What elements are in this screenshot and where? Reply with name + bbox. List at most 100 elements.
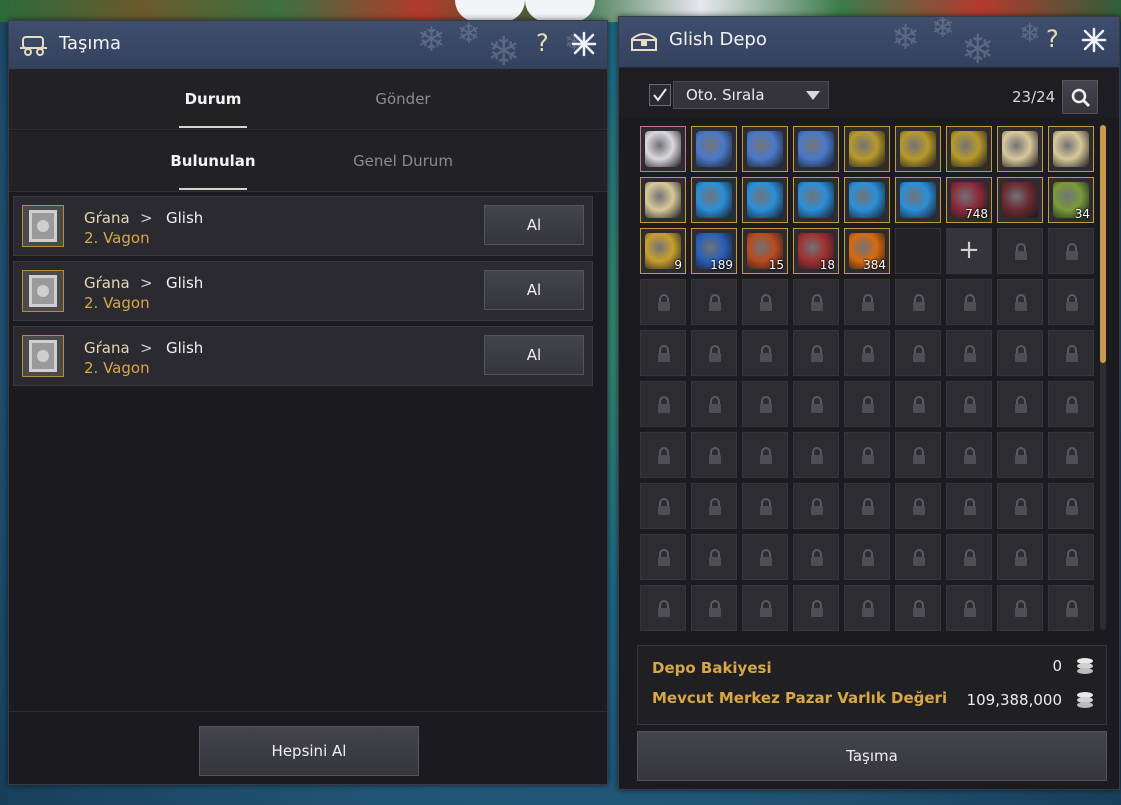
auto-sort-dropdown[interactable]: Oto. Sırala — [673, 81, 829, 109]
help-icon[interactable]: ? — [1046, 25, 1059, 53]
lock-icon — [658, 498, 670, 515]
destination-town: Glish — [166, 274, 204, 292]
inventory-slot[interactable] — [997, 126, 1043, 172]
empty-slot[interactable] — [895, 228, 941, 274]
inventory-slot[interactable]: 384 — [844, 228, 890, 274]
inventory-slot[interactable] — [895, 126, 941, 172]
tasima-panel: ❄ ❄ ❄ ❄ Taşıma ? Durum Gönder Bulunulan … — [8, 20, 608, 785]
locked-slot — [793, 483, 839, 529]
inventory-slot[interactable] — [844, 126, 890, 172]
locked-slot — [691, 483, 737, 529]
close-icon[interactable] — [1081, 27, 1107, 53]
lock-icon — [913, 549, 925, 566]
inventory-slot[interactable] — [844, 177, 890, 223]
locked-slot — [946, 432, 992, 478]
locked-slot — [742, 585, 788, 631]
take-button[interactable]: Al — [484, 335, 584, 375]
item-quantity: 189 — [710, 258, 733, 272]
locked-slot — [640, 483, 686, 529]
blue-scroll-icon — [747, 131, 783, 167]
take-button[interactable]: Al — [484, 270, 584, 310]
inventory-slot[interactable] — [691, 177, 737, 223]
locked-slot — [793, 432, 839, 478]
add-slot-button[interactable]: + — [946, 228, 992, 274]
snowman-decoration — [455, 0, 525, 22]
item-quantity: 9 — [674, 258, 682, 272]
locked-slot — [946, 483, 992, 529]
locked-slot — [997, 585, 1043, 631]
map-icon — [1053, 131, 1089, 167]
locked-slot — [997, 432, 1043, 478]
help-icon[interactable]: ? — [536, 29, 549, 57]
inventory-slot[interactable]: 189 — [691, 228, 737, 274]
inventory-slot[interactable] — [946, 126, 992, 172]
auto-sort-checkbox[interactable] — [649, 84, 671, 106]
lock-icon — [964, 600, 976, 617]
map-icon — [1002, 131, 1038, 167]
locked-slot — [742, 534, 788, 580]
inventory-slot[interactable] — [895, 177, 941, 223]
inventory-slot[interactable] — [1048, 126, 1094, 172]
inventory-slot[interactable] — [742, 177, 788, 223]
inventory-slot[interactable]: 748 — [946, 177, 992, 223]
lock-icon — [1066, 243, 1078, 260]
wagon-icon — [20, 36, 47, 56]
locked-slot — [742, 381, 788, 427]
plus-icon: + — [958, 235, 980, 265]
locked-slot — [742, 483, 788, 529]
depo-header[interactable]: ❄ ❄ ❄ ❄ Glish Depo ? — [619, 17, 1119, 68]
v-ring-icon — [1002, 182, 1038, 218]
tab-genel-durum[interactable]: Genel Durum — [343, 131, 463, 191]
tab-durum[interactable]: Durum — [153, 69, 273, 129]
lock-icon — [964, 549, 976, 566]
inventory-slot[interactable] — [793, 126, 839, 172]
lock-icon — [709, 498, 721, 515]
locked-slot — [640, 534, 686, 580]
destination-town: Glish — [166, 339, 204, 357]
inventory-slot[interactable]: 9 — [640, 228, 686, 274]
close-icon[interactable] — [571, 31, 597, 57]
inventory-slot[interactable] — [997, 177, 1043, 223]
take-all-button[interactable]: Hepsini Al — [199, 726, 419, 776]
lock-icon — [862, 600, 874, 617]
tab-gonder[interactable]: Gönder — [343, 69, 463, 129]
main-tabs: Durum Gönder — [9, 69, 607, 130]
inventory-slot[interactable]: 18 — [793, 228, 839, 274]
lock-icon — [1066, 396, 1078, 413]
inventory-slot[interactable] — [691, 126, 737, 172]
lock-icon — [811, 447, 823, 464]
lock-icon — [1015, 600, 1027, 617]
lock-icon — [862, 498, 874, 515]
sub-tabs: Bulunulan Köy Genel Durum — [9, 131, 607, 230]
inventory-slot[interactable] — [793, 177, 839, 223]
map-icon — [645, 182, 681, 218]
lock-icon — [862, 345, 874, 362]
inventory-slot[interactable] — [640, 126, 686, 172]
lock-icon — [964, 498, 976, 515]
blue-crystal-icon — [849, 182, 885, 218]
transport-button[interactable]: Taşıma — [637, 731, 1107, 781]
search-button[interactable] — [1062, 80, 1098, 114]
inventory-slot[interactable] — [640, 177, 686, 223]
tab-bulunulan-koy[interactable]: Bulunulan Köy — [153, 131, 273, 230]
lock-icon — [760, 396, 772, 413]
inventory-slot[interactable] — [742, 126, 788, 172]
chest-icon — [631, 33, 657, 51]
locked-slot — [691, 381, 737, 427]
locked-slot — [793, 534, 839, 580]
locked-slot — [844, 279, 890, 325]
locked-slot — [844, 585, 890, 631]
inventory-slot[interactable]: 15 — [742, 228, 788, 274]
lock-icon — [964, 396, 976, 413]
lock-icon — [1015, 294, 1027, 311]
locked-slot — [844, 534, 890, 580]
destination-town: Glish — [166, 209, 204, 227]
grid-scroll-thumb[interactable] — [1100, 125, 1106, 363]
locked-slot — [793, 330, 839, 376]
locked-slot — [1048, 279, 1094, 325]
locked-slot — [793, 585, 839, 631]
inventory-slot[interactable]: 34 — [1048, 177, 1094, 223]
tasima-header[interactable]: ❄ ❄ ❄ ❄ Taşıma ? — [9, 21, 607, 70]
take-button[interactable]: Al — [484, 205, 584, 245]
item-quantity: 18 — [819, 258, 835, 272]
